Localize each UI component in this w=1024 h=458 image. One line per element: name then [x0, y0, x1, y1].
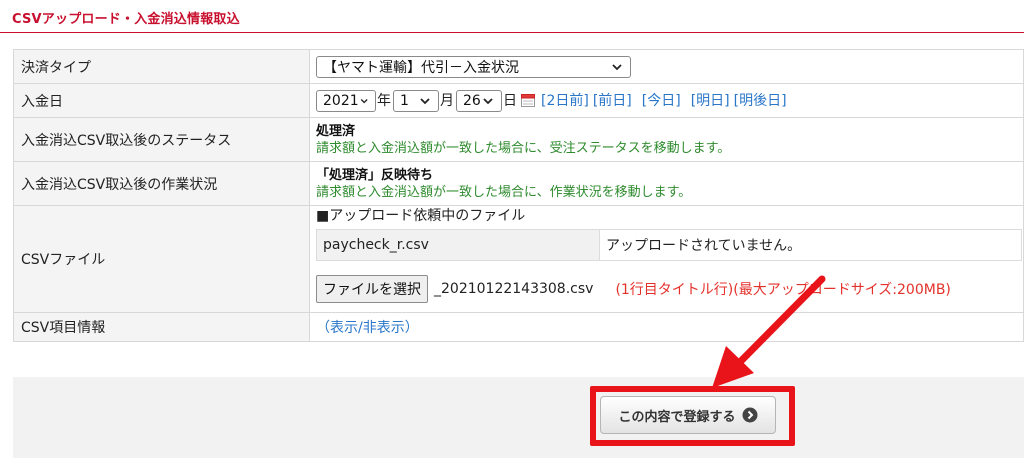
link-previous-day[interactable]: [前日]: [593, 93, 632, 109]
form-footer-bar: [13, 377, 1024, 458]
month-value: 1: [400, 92, 409, 109]
work-status-after-import-label: 入金消込CSV取込後の作業状況: [13, 161, 310, 206]
month-unit: 月: [440, 92, 454, 109]
work-status-after-import-value: 「処理済」反映待ち: [316, 167, 434, 183]
pending-files-table: paycheck_r.csv アップロードされていません。: [316, 229, 1022, 261]
day-value: 26: [463, 92, 481, 109]
form-row-work-status-after-import: 入金消込CSV取込後の作業状況 「処理済」反映待ち 請求額と入金消込額が一致した…: [13, 161, 1024, 206]
csv-columns-label: CSV項目情報: [13, 312, 310, 342]
form-row-status-after-import: 入金消込CSV取込後のステータス 処理済 請求額と入金消込額が一致した場合に、受…: [13, 117, 1024, 162]
year-select[interactable]: 2021: [316, 89, 376, 112]
pending-file-name: paycheck_r.csv: [316, 229, 600, 261]
chevron-down-icon: [483, 97, 493, 104]
upload-size-note: (1行目タイトル行)(最大アップロードサイズ:200MB): [615, 282, 951, 298]
status-after-import-label: 入金消込CSV取込後のステータス: [13, 117, 310, 162]
chevron-down-icon: [360, 98, 368, 103]
form-row-csv-columns: CSV項目情報 （表示/非表示）: [13, 312, 1024, 342]
csv-file-label: CSVファイル: [13, 205, 310, 313]
month-select[interactable]: 1: [393, 89, 439, 112]
form-row-payment-type: 決済タイプ 【ヤマト運輸】代引－入金状況: [13, 49, 1024, 84]
title-divider: [0, 32, 1024, 33]
highlight-annotation-box: [590, 386, 795, 446]
pending-file-status: アップロードされていません。: [599, 229, 1022, 261]
payment-type-select[interactable]: 【ヤマト運輸】代引－入金状況: [316, 55, 631, 78]
link-2-days-ago[interactable]: [2日前]: [541, 93, 589, 109]
link-day-after-tomorrow[interactable]: [明後日]: [734, 93, 787, 109]
calendar-icon[interactable]: [521, 94, 535, 107]
payment-type-selected: 【ヤマト運輸】代引－入金状況: [323, 59, 519, 76]
page-title: CSVアップロード・入金消込情報取込: [12, 12, 240, 27]
toggle-csv-columns-link[interactable]: （表示/非表示）: [316, 320, 419, 336]
deposit-date-label: 入金日: [13, 83, 310, 118]
chosen-file-name: _20210122143308.csv: [434, 281, 594, 297]
status-after-import-value: 処理済: [316, 123, 356, 139]
year-value: 2021: [323, 92, 359, 109]
pending-files-heading: ■アップロード依頼中のファイル: [316, 208, 526, 224]
choose-file-button[interactable]: ファイルを選択: [316, 275, 428, 303]
payment-type-label: 決済タイプ: [13, 49, 310, 84]
table-row: paycheck_r.csv アップロードされていません。: [316, 229, 1022, 261]
work-status-after-import-note: 請求額と入金消込額が一致した場合に、作業状況を移動します。: [316, 184, 692, 200]
year-unit: 年: [377, 92, 391, 109]
day-unit: 日: [503, 92, 517, 109]
settings-form-table: 決済タイプ 【ヤマト運輸】代引－入金状況 入金日 2021 年 1 月 26 日: [13, 49, 1024, 342]
status-after-import-note: 請求額と入金消込額が一致した場合に、受注ステータスを移動します。: [316, 140, 731, 156]
chevron-down-icon: [420, 97, 430, 104]
link-today[interactable]: [今日]: [642, 93, 681, 109]
day-select[interactable]: 26: [456, 89, 502, 112]
form-row-csv-file: CSVファイル ■アップロード依頼中のファイル paycheck_r.csv ア…: [13, 205, 1024, 313]
link-next-day[interactable]: [明日]: [691, 93, 730, 109]
chevron-down-icon: [612, 63, 622, 70]
form-row-deposit-date: 入金日 2021 年 1 月 26 日 [2日前] [前日] [今日] [明日] [明後…: [13, 83, 1024, 118]
